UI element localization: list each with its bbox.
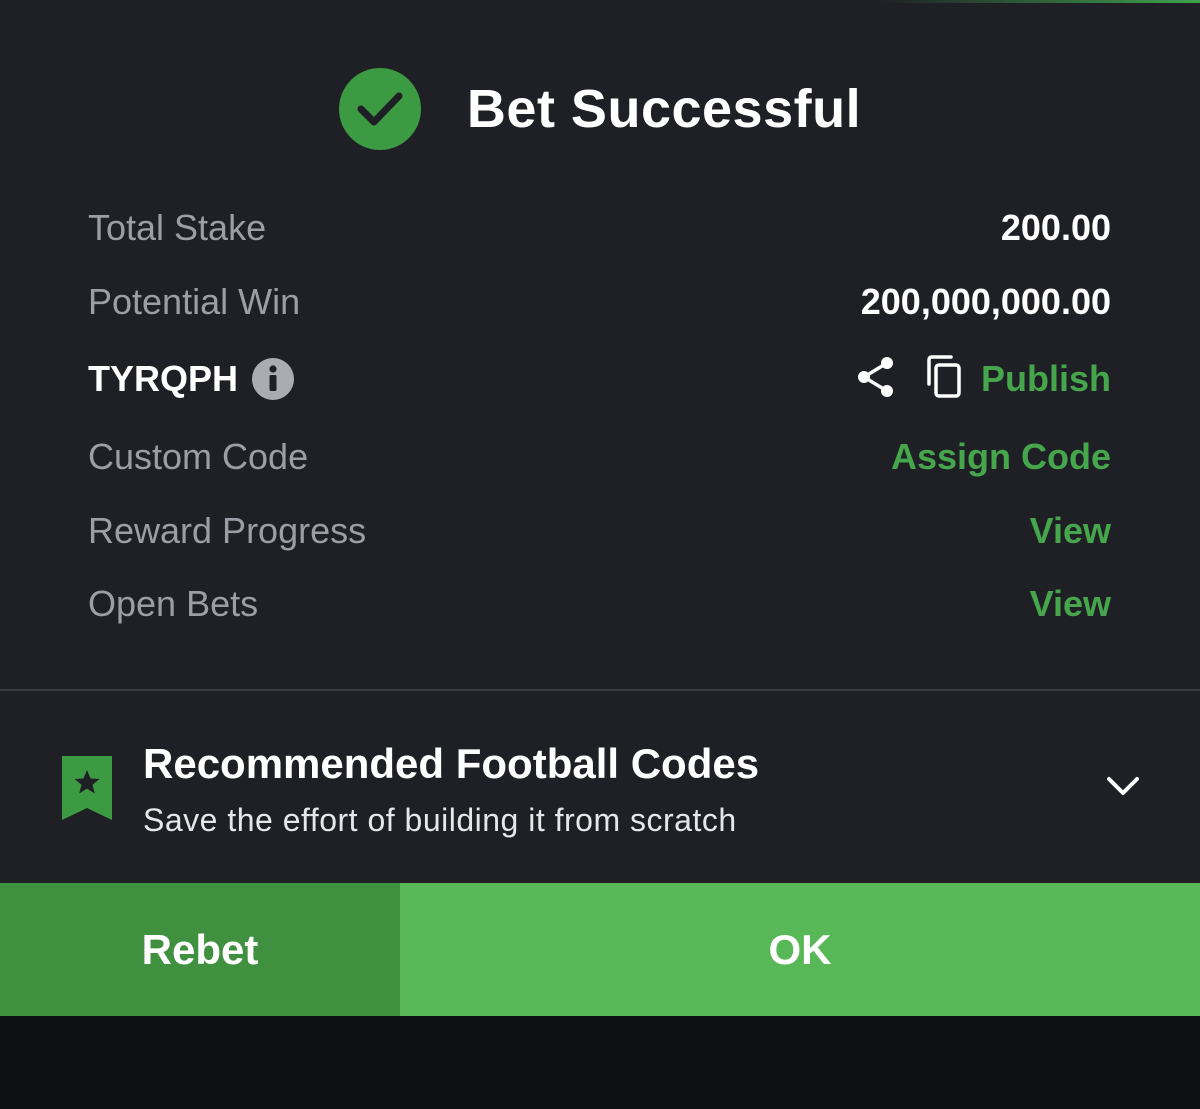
- copy-icon[interactable]: [923, 354, 963, 405]
- code-actions: Publish: [855, 354, 1111, 405]
- open-bets-label: Open Bets: [88, 583, 259, 624]
- info-icon[interactable]: [252, 358, 295, 400]
- recommended-codes-section[interactable]: Recommended Football Codes Save the effo…: [0, 740, 1200, 850]
- custom-code-label: Custom Code: [88, 436, 309, 477]
- bet-success-modal: Bet Successful Total Stake 200.00 Potent…: [0, 0, 1200, 1016]
- top-accent-line: [880, 0, 1200, 3]
- check-circle-icon: [338, 68, 421, 150]
- bottom-backdrop: [0, 1016, 1200, 1109]
- potential-win-row: Potential Win 200,000,000.00: [88, 277, 1111, 327]
- open-bets-view-link[interactable]: View: [1030, 583, 1111, 625]
- action-bar: Rebet OK: [0, 883, 1200, 1016]
- bookmark-star-icon: [60, 754, 114, 827]
- rebet-button[interactable]: Rebet: [0, 883, 400, 1016]
- reward-progress-view-link[interactable]: View: [1030, 510, 1111, 552]
- recommended-title: Recommended Football Codes: [143, 740, 760, 787]
- booking-code: TYRQPH: [88, 358, 295, 400]
- assign-code-link[interactable]: Assign Code: [891, 436, 1111, 478]
- open-bets-row: Open Bets View: [88, 579, 1111, 629]
- reward-progress-label: Reward Progress: [88, 510, 367, 551]
- total-stake-row: Total Stake 200.00: [88, 203, 1111, 253]
- reward-progress-row: Reward Progress View: [88, 506, 1111, 556]
- total-stake-label: Total Stake: [88, 207, 267, 248]
- total-stake-value: 200.00: [1000, 207, 1111, 248]
- chevron-down-icon[interactable]: [1105, 774, 1141, 803]
- ok-button[interactable]: OK: [400, 883, 1200, 1016]
- booking-code-row: TYRQPH Publish: [88, 354, 1111, 404]
- share-icon[interactable]: [855, 355, 897, 404]
- booking-code-text: TYRQPH: [88, 358, 239, 399]
- divider: [0, 689, 1200, 691]
- potential-win-label: Potential Win: [88, 281, 301, 322]
- custom-code-row: Custom Code Assign Code: [88, 432, 1111, 482]
- potential-win-value: 200,000,000.00: [860, 281, 1111, 322]
- page-title: Bet Successful: [466, 79, 862, 139]
- success-header: Bet Successful: [0, 66, 1200, 152]
- publish-link[interactable]: Publish: [981, 358, 1111, 400]
- recommended-subtitle: Save the effort of building it from scra…: [143, 802, 737, 838]
